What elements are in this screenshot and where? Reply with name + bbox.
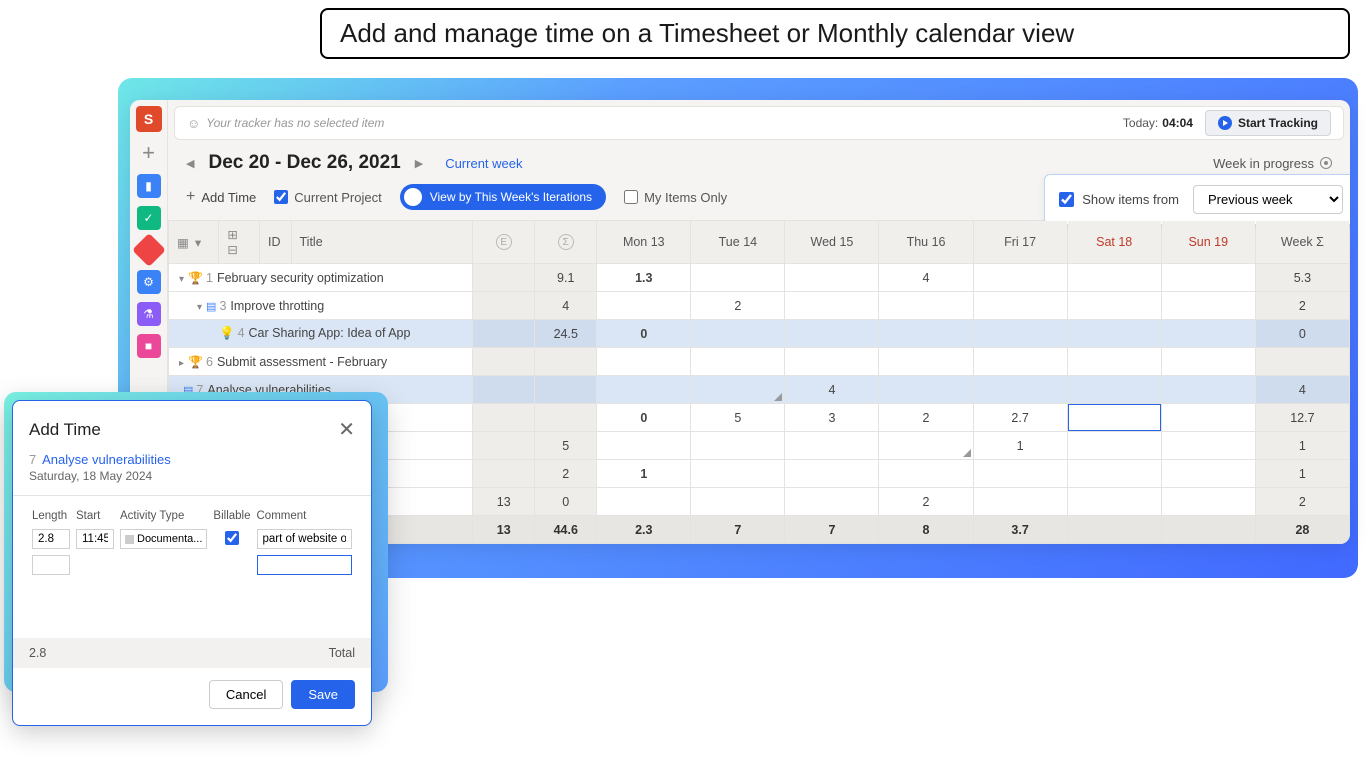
show-items-label: Show items from bbox=[1082, 192, 1179, 207]
col-title: Title bbox=[291, 221, 473, 264]
date-range: Dec 20 - Dec 26, 2021 bbox=[208, 152, 400, 174]
table-row[interactable]: ▸🏆6Submit assessment - February bbox=[169, 348, 1350, 376]
today-time: 04:04 bbox=[1162, 116, 1193, 130]
cancel-button[interactable]: Cancel bbox=[209, 680, 283, 709]
start-tracking-button[interactable]: Start Tracking bbox=[1205, 110, 1331, 136]
col-start: Start bbox=[73, 506, 117, 526]
current-project-input[interactable] bbox=[274, 190, 288, 204]
toggle-knob bbox=[404, 188, 422, 206]
toolbar: + Add Time Current Project View by This … bbox=[168, 178, 1350, 220]
start-tracking-label: Start Tracking bbox=[1238, 116, 1318, 130]
save-button[interactable]: Save bbox=[291, 680, 355, 709]
modal-total-label: Total bbox=[329, 646, 355, 660]
page-caption: Add and manage time on a Timesheet or Mo… bbox=[320, 8, 1350, 59]
prev-week-button[interactable]: ◀ bbox=[186, 157, 194, 170]
col-fri: Fri 17 bbox=[973, 221, 1067, 264]
current-week-link[interactable]: Current week bbox=[445, 156, 522, 171]
modal-item-title: Analyse vulnerabilities bbox=[42, 452, 171, 467]
today-label: Today: bbox=[1123, 116, 1158, 130]
col-est1: E bbox=[473, 221, 535, 264]
modal-item-id: 7 bbox=[29, 452, 36, 467]
length-input-2[interactable] bbox=[32, 555, 70, 575]
billable-checkbox[interactable] bbox=[225, 531, 239, 545]
my-items-label: My Items Only bbox=[644, 190, 727, 205]
col-expand[interactable]: ⊞ ⊟ bbox=[219, 221, 260, 264]
week-in-progress-label: Week in progress bbox=[1213, 156, 1332, 171]
plus-icon: + bbox=[186, 188, 195, 206]
col-length: Length bbox=[29, 506, 73, 526]
week-header: ◀ Dec 20 - Dec 26, 2021 ▶ Current week W… bbox=[168, 140, 1350, 178]
col-mon: Mon 13 bbox=[597, 221, 691, 264]
view-by-iterations-toggle[interactable]: View by This Week's Iterations bbox=[400, 184, 606, 210]
current-project-checkbox[interactable]: Current Project bbox=[274, 190, 381, 205]
modal-item[interactable]: 7 Analyse vulnerabilities bbox=[29, 452, 355, 467]
col-tue: Tue 14 bbox=[691, 221, 785, 264]
comment-input[interactable] bbox=[257, 529, 353, 549]
col-comment: Comment bbox=[254, 506, 356, 526]
col-wed: Wed 15 bbox=[785, 221, 879, 264]
col-id: ID bbox=[259, 221, 291, 264]
col-controls[interactable]: ▦▾ bbox=[169, 221, 219, 264]
comment-input-2[interactable] bbox=[257, 555, 353, 575]
app-logo[interactable]: S bbox=[136, 106, 162, 132]
col-sat: Sat 18 bbox=[1067, 221, 1161, 264]
nav-icon-4[interactable]: ⚙ bbox=[137, 270, 161, 294]
show-items-checkbox[interactable]: Show items from bbox=[1059, 192, 1179, 207]
nav-icon-2[interactable]: ✓ bbox=[137, 206, 161, 230]
tracker-status: Your tracker has no selected item bbox=[206, 116, 1123, 130]
nav-icon-3[interactable] bbox=[132, 233, 166, 267]
my-items-checkbox[interactable]: My Items Only bbox=[624, 190, 727, 205]
add-time-button[interactable]: + Add Time bbox=[186, 188, 256, 206]
modal-title: Add Time bbox=[29, 420, 101, 440]
col-activity: Activity Type bbox=[117, 506, 210, 526]
topbar: ☺ Your tracker has no selected item Toda… bbox=[174, 106, 1344, 140]
view-by-label: View by This Week's Iterations bbox=[430, 190, 592, 204]
length-input[interactable] bbox=[32, 529, 70, 549]
close-icon[interactable]: ✕ bbox=[338, 417, 355, 442]
table-row[interactable]: 💡4Car Sharing App: Idea of App24.500 bbox=[169, 320, 1350, 348]
table-row[interactable]: ▾🏆1February security optimization9.11.34… bbox=[169, 264, 1350, 292]
col-thu: Thu 16 bbox=[879, 221, 973, 264]
col-est2: Σ bbox=[535, 221, 597, 264]
col-billable: Billable bbox=[210, 506, 253, 526]
current-project-label: Current Project bbox=[294, 190, 381, 205]
show-items-select[interactable]: Previous week bbox=[1193, 185, 1343, 214]
wip-text: Week in progress bbox=[1213, 156, 1314, 171]
show-items-panel: Show items from Previous week bbox=[1044, 174, 1350, 225]
col-sun: Sun 19 bbox=[1161, 221, 1255, 264]
add-time-modal: Add Time ✕ 7 Analyse vulnerabilities Sat… bbox=[12, 400, 372, 726]
modal-date: Saturday, 18 May 2024 bbox=[29, 469, 355, 483]
start-input[interactable] bbox=[76, 529, 114, 549]
col-sum: Week Σ bbox=[1255, 221, 1349, 264]
nav-icon-5[interactable]: ⚗ bbox=[137, 302, 161, 326]
show-items-input[interactable] bbox=[1059, 192, 1074, 207]
add-icon[interactable]: + bbox=[142, 140, 155, 166]
modal-totals: 2.8 Total bbox=[13, 638, 371, 668]
nav-icon-6[interactable]: ■ bbox=[137, 334, 161, 358]
activity-select[interactable]: Documenta... bbox=[120, 529, 207, 549]
target-icon bbox=[1320, 157, 1332, 169]
add-time-label: Add Time bbox=[201, 190, 256, 205]
nav-icon-1[interactable]: ▮ bbox=[137, 174, 161, 198]
next-week-button[interactable]: ▶ bbox=[415, 157, 423, 170]
clock-icon: ☺ bbox=[187, 116, 200, 131]
my-items-input[interactable] bbox=[624, 190, 638, 204]
table-row[interactable]: ▾▤3Improve throtting422 bbox=[169, 292, 1350, 320]
play-icon bbox=[1218, 116, 1232, 130]
modal-total-value: 2.8 bbox=[29, 646, 46, 660]
